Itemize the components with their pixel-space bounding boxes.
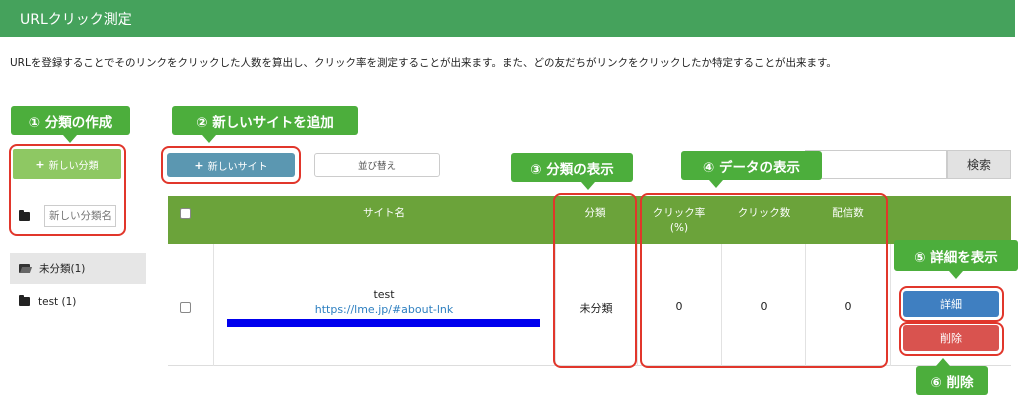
sidebar-item-label: test (1) xyxy=(38,295,77,308)
callout-delete: ⑥ 削除 xyxy=(916,358,988,395)
callout-show-detail: ⑤ 詳細を表示 xyxy=(894,240,1018,279)
url-redaction-bar xyxy=(227,319,540,327)
search-input[interactable] xyxy=(805,150,947,179)
callout-label: ③ 分類の表示 xyxy=(530,161,614,178)
select-all-checkbox[interactable] xyxy=(180,208,191,219)
sidebar-item-label: 未分類(1) xyxy=(39,263,86,275)
callout-create-category: ① 分類の作成 xyxy=(11,106,130,143)
site-name: test xyxy=(373,288,395,301)
highlight-data-columns xyxy=(640,193,888,368)
sort-button[interactable]: 並び替え xyxy=(314,153,440,177)
row-checkbox[interactable] xyxy=(180,302,191,313)
page-description: URLを登録することでそのリンクをクリックした人数を算出し、クリック率を測定する… xyxy=(10,57,837,69)
highlight-delete-button xyxy=(899,322,1004,356)
site-url-link[interactable]: https://lme.jp/#about-lnk xyxy=(214,303,554,316)
callout-label: ⑤ 詳細を表示 xyxy=(914,249,998,266)
callout-pointer xyxy=(936,358,950,366)
category-name-input[interactable] xyxy=(44,205,116,227)
page-title: URLクリック測定 xyxy=(20,12,132,28)
folder-open-icon xyxy=(19,264,31,273)
highlight-category-column xyxy=(553,193,637,368)
folder-icon xyxy=(19,295,30,306)
callout-pointer xyxy=(63,135,77,143)
callout-pointer xyxy=(202,135,216,143)
sidebar-item-test[interactable]: test (1) xyxy=(10,286,146,317)
callout-label: ⑥ 削除 xyxy=(930,374,974,391)
callout-pointer xyxy=(581,182,595,190)
callout-show-data: ④ データの表示 xyxy=(681,151,822,188)
sidebar-item-uncategorized[interactable]: 未分類(1) xyxy=(10,253,146,284)
plus-icon: + xyxy=(194,158,204,172)
callout-label: ① 分類の作成 xyxy=(28,114,113,131)
column-header-site-name: サイト名 xyxy=(363,207,405,219)
callout-pointer xyxy=(709,180,723,188)
search-button[interactable]: 検索 xyxy=(947,150,1011,179)
column-divider xyxy=(890,244,891,366)
page-header xyxy=(0,0,1015,37)
new-category-label: 新しい分類 xyxy=(48,160,99,172)
new-site-label: 新しいサイト xyxy=(207,161,268,173)
new-site-button[interactable]: + 新しいサイト xyxy=(167,153,295,177)
callout-show-category: ③ 分類の表示 xyxy=(511,153,633,190)
callout-label: ④ データの表示 xyxy=(702,159,801,176)
callout-pointer xyxy=(949,271,963,279)
plus-icon: + xyxy=(35,157,45,171)
folder-icon xyxy=(19,210,30,221)
callout-add-site: ② 新しいサイトを追加 xyxy=(172,106,358,143)
callout-label: ② 新しいサイトを追加 xyxy=(196,114,334,131)
new-category-button[interactable]: + 新しい分類 xyxy=(13,149,121,179)
highlight-detail-button xyxy=(899,286,1004,322)
